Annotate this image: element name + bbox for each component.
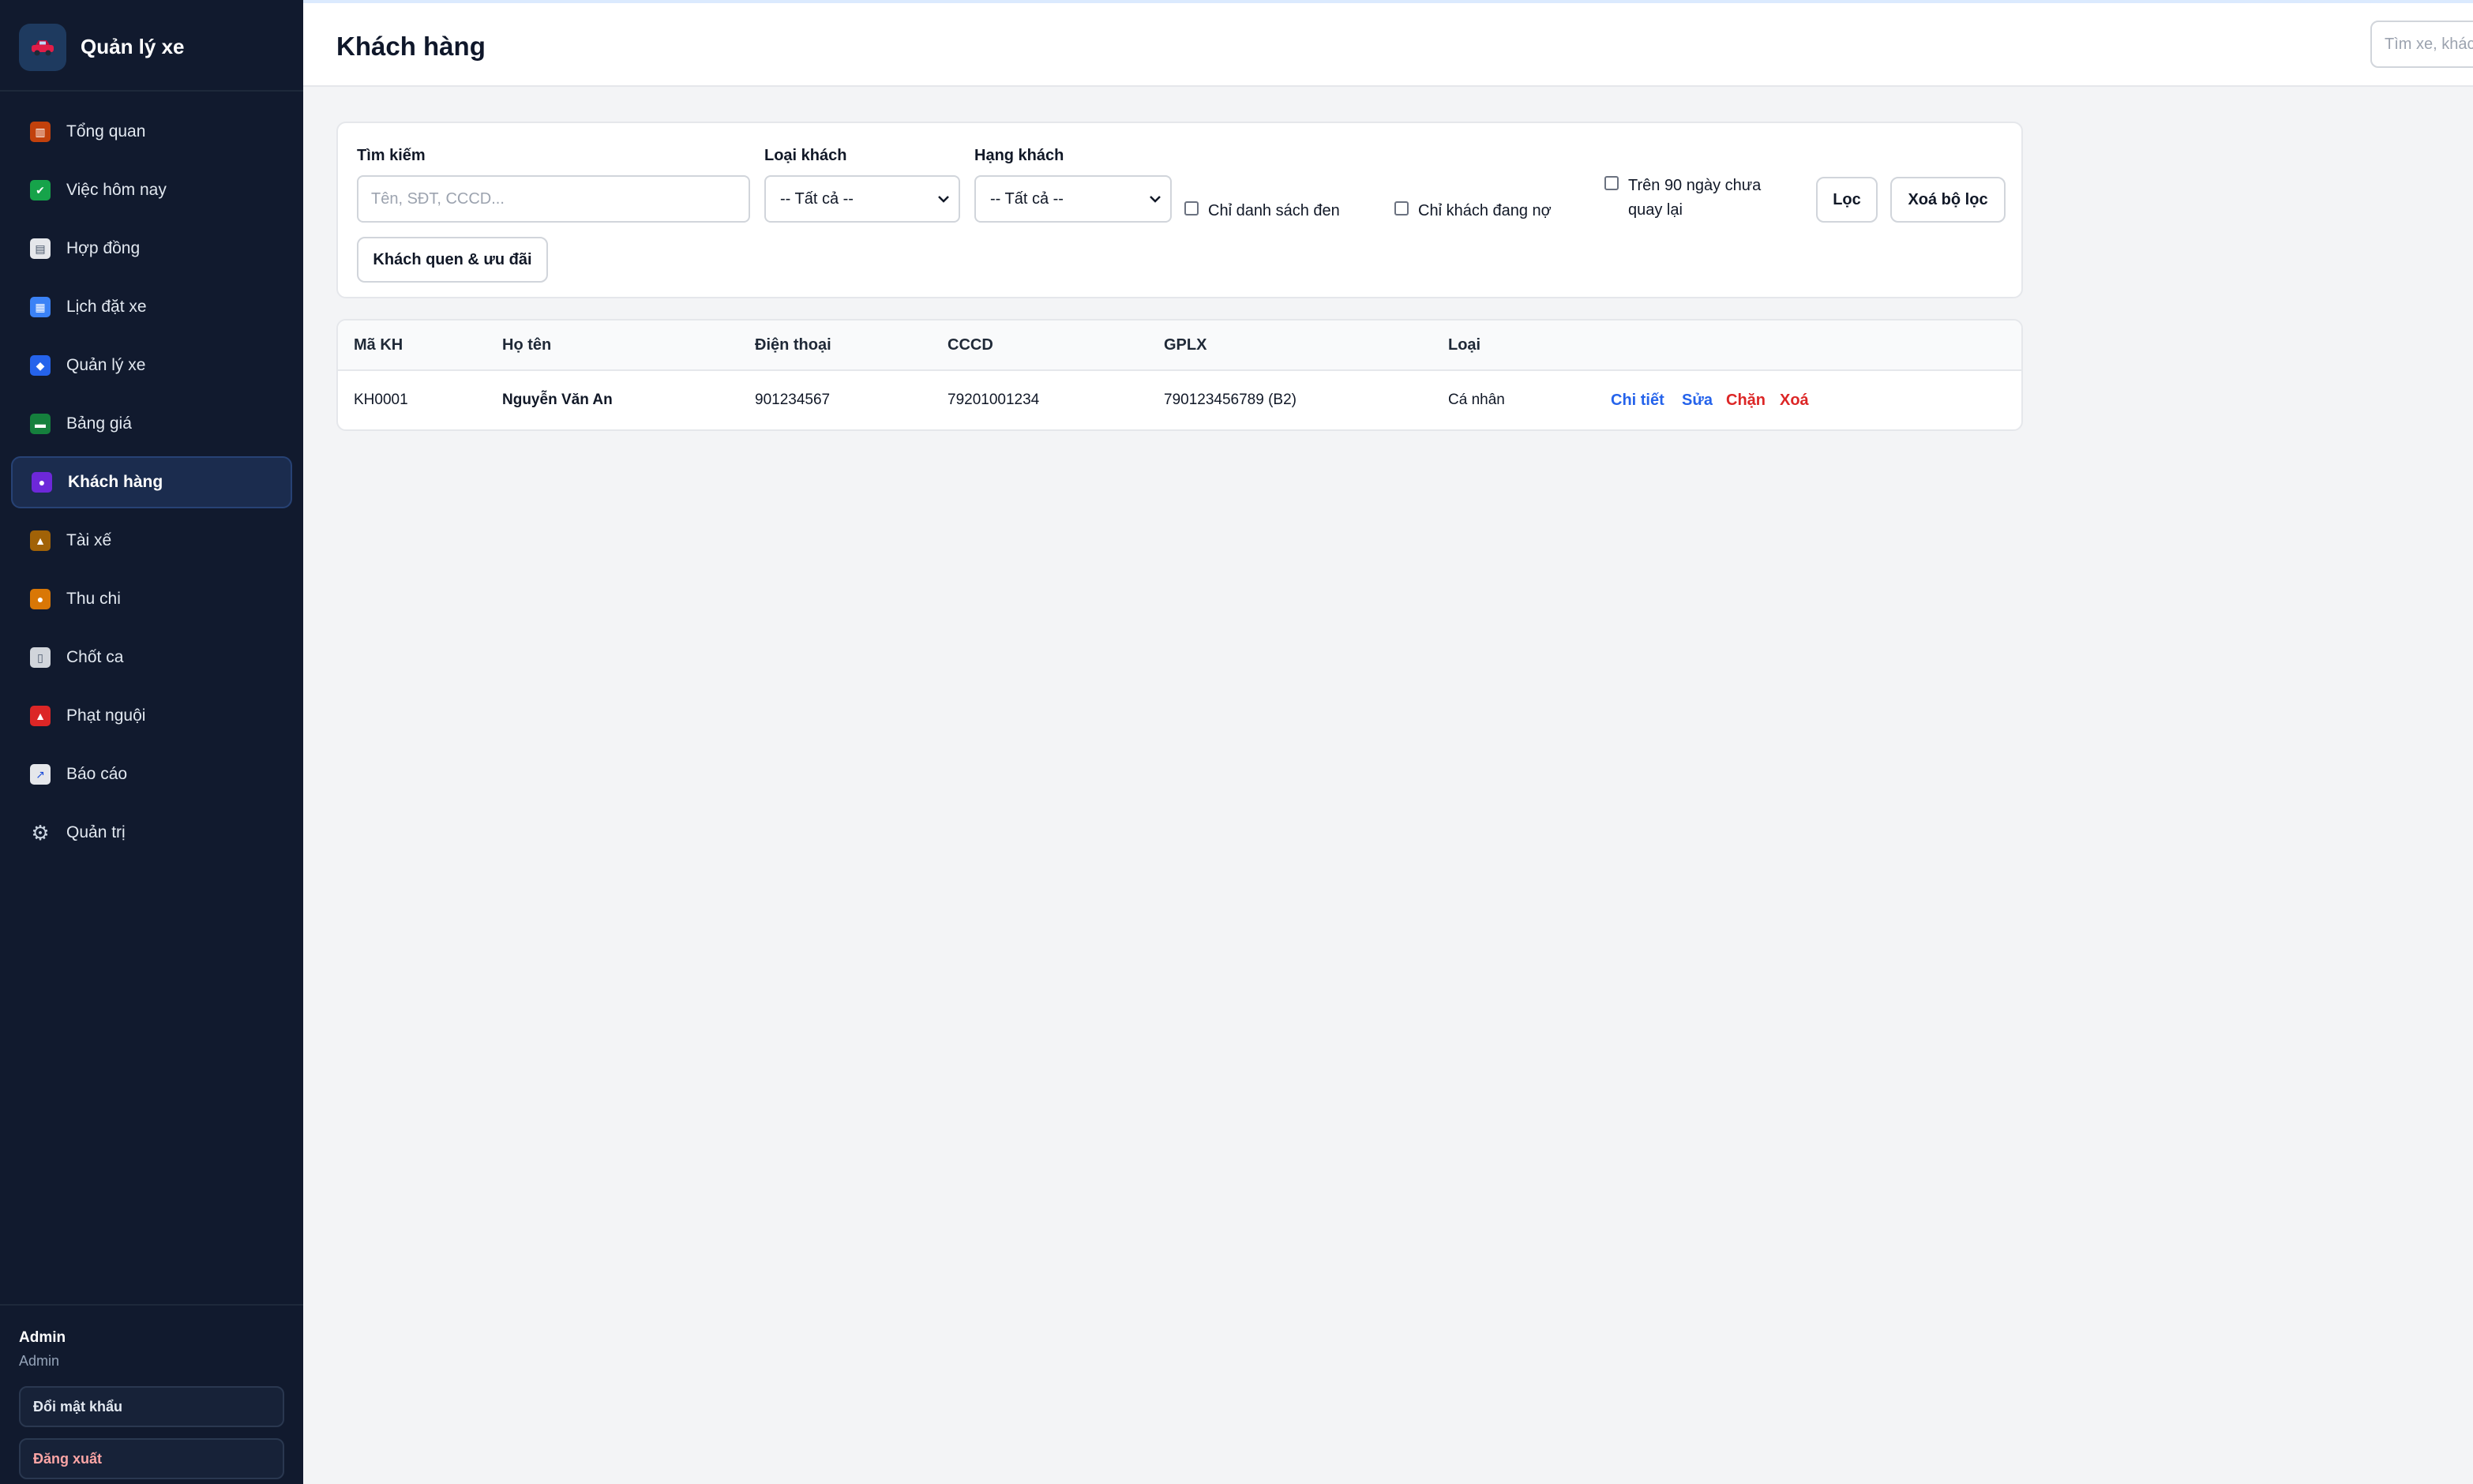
cell-gplx: 790123456789 (B2): [1164, 392, 1297, 408]
trend-icon: ↗: [30, 764, 51, 785]
page-title: Khách hàng: [336, 32, 486, 61]
driver-icon: ▲: [30, 530, 51, 551]
debt-only-checkbox[interactable]: Chỉ khách đang nợ: [1394, 199, 1552, 223]
sidebar-item-phat-nguoi[interactable]: ▲ Phạt nguội: [11, 690, 292, 742]
delete-link[interactable]: Xoá: [1780, 392, 1809, 410]
inactive-90-days-line1: Trên 90 ngày chưa: [1628, 177, 1762, 194]
sidebar-item-bang-gia[interactable]: ▬ Bảng giá: [11, 398, 292, 450]
inactive-90-days-label: Trên 90 ngày chưa quay lại: [1628, 174, 1761, 223]
blacklist-only-label: Chỉ danh sách đen: [1208, 202, 1340, 219]
sidebar-item-bao-cao[interactable]: ↗ Báo cáo: [11, 748, 292, 800]
checkbox-box[interactable]: [1184, 201, 1199, 215]
logout-button[interactable]: Đăng xuất: [19, 1438, 284, 1479]
sidebar-item-tong-quan[interactable]: ▥ Tổng quan: [11, 106, 292, 158]
filter-panel: Tìm kiếm Loại khách -- Tất cả -- Hạng kh…: [336, 122, 2023, 298]
car-icon: ◆: [30, 355, 51, 376]
customer-type-label: Loại khách: [764, 147, 847, 164]
chart-icon: ▥: [30, 122, 51, 142]
sidebar-item-label: Thu chi: [66, 590, 121, 608]
customer-rank-label: Hạng khách: [974, 147, 1064, 164]
filter-button[interactable]: Lọc: [1816, 177, 1878, 223]
column-header-phone: Điện thoại: [755, 336, 831, 354]
sidebar-item-khach-hang[interactable]: ● Khách hàng: [11, 456, 292, 508]
sidebar-item-label: Chốt ca: [66, 648, 124, 666]
table-header: Mã KH Họ tên Điện thoại CCCD GPLX Loại: [338, 320, 2021, 371]
user-role: Admin: [19, 1353, 60, 1369]
global-search-input[interactable]: [2370, 21, 2473, 68]
chevron-down-icon: [1150, 193, 1161, 207]
sidebar-item-chot-ca[interactable]: ▯ Chốt ca: [11, 631, 292, 684]
customer-type-select[interactable]: -- Tất cả --: [764, 175, 960, 223]
receipt-icon: ▯: [30, 647, 51, 668]
sidebar-item-label: Tổng quan: [66, 122, 146, 141]
car-icon: [32, 40, 54, 56]
sidebar-item-label: Bảng giá: [66, 414, 132, 433]
checkbox-box[interactable]: [1604, 176, 1619, 190]
column-header-cccd: CCCD: [948, 336, 993, 354]
clear-filter-button[interactable]: Xoá bộ lọc: [1890, 177, 2006, 223]
sidebar-item-hop-dong[interactable]: ▤ Hợp đồng: [11, 223, 292, 275]
table-row: KH0001 Nguyễn Văn An 901234567 792010012…: [338, 371, 2021, 429]
sidebar-item-label: Việc hôm nay: [66, 181, 167, 199]
change-password-button[interactable]: Đổi mật khẩu: [19, 1386, 284, 1427]
cell-phone: 901234567: [755, 392, 831, 408]
brand: Quản lý xe: [0, 0, 303, 92]
sidebar-item-label: Quản trị: [66, 823, 126, 841]
sidebar-item-quan-ly-xe[interactable]: ◆ Quản lý xe: [11, 339, 292, 392]
sidebar-item-label: Phạt nguội: [66, 706, 146, 725]
cell-cccd: 79201001234: [948, 392, 1040, 408]
cell-code: KH0001: [354, 392, 408, 408]
calendar-icon: ▦: [30, 297, 51, 317]
inactive-90-days-checkbox[interactable]: Trên 90 ngày chưa quay lại: [1604, 174, 1761, 223]
sidebar: Quản lý xe ▥ Tổng quan ✔ Việc hôm nay ▤ …: [0, 0, 303, 1484]
inactive-90-days-line2: quay lại: [1628, 201, 1683, 219]
car-logo-icon: [19, 24, 66, 71]
search-input[interactable]: [357, 175, 750, 223]
cell-type: Cá nhân: [1448, 392, 1505, 408]
detail-link[interactable]: Chi tiết: [1611, 392, 1664, 410]
sidebar-item-label: Quản lý xe: [66, 356, 146, 374]
sidebar-item-label: Khách hàng: [68, 473, 163, 491]
sidebar-item-tai-xe[interactable]: ▲ Tài xế: [11, 515, 292, 567]
customer-rank-select[interactable]: -- Tất cả --: [974, 175, 1172, 223]
edit-link[interactable]: Sửa: [1682, 392, 1713, 410]
cell-name: Nguyễn Văn An: [502, 392, 613, 408]
siren-icon: ▲: [30, 706, 51, 726]
customer-type-value: -- Tất cả --: [780, 189, 854, 208]
blacklist-only-checkbox[interactable]: Chỉ danh sách đen: [1184, 199, 1340, 223]
top-header: Khách hàng: [303, 0, 2473, 87]
column-header-name: Họ tên: [502, 336, 552, 354]
sidebar-item-label: Lịch đặt xe: [66, 298, 147, 316]
customer-table: Mã KH Họ tên Điện thoại CCCD GPLX Loại K…: [336, 319, 2023, 431]
user-name: Admin: [19, 1329, 66, 1346]
money-bag-icon: ●: [30, 589, 51, 609]
money-icon: ▬: [30, 414, 51, 434]
check-icon: ✔: [30, 180, 51, 200]
sidebar-item-viec-hom-nay[interactable]: ✔ Việc hôm nay: [11, 164, 292, 216]
sidebar-item-label: Hợp đồng: [66, 239, 141, 257]
sidebar-item-thu-chi[interactable]: ● Thu chi: [11, 573, 292, 625]
column-header-type: Loại: [1448, 336, 1481, 354]
debt-only-label: Chỉ khách đang nợ: [1418, 202, 1552, 219]
gear-icon: ⚙: [31, 820, 50, 845]
search-label: Tìm kiếm: [357, 147, 426, 164]
sidebar-item-quan-tri[interactable]: ⚙ Quản trị: [11, 807, 292, 859]
document-icon: ▤: [30, 238, 51, 259]
checkbox-box[interactable]: [1394, 201, 1409, 215]
chevron-down-icon: [938, 193, 949, 207]
block-link[interactable]: Chặn: [1726, 392, 1766, 410]
users-icon: ●: [32, 472, 52, 493]
loyal-customers-button[interactable]: Khách quen & ưu đãi: [357, 237, 548, 283]
app-name: Quản lý xe: [81, 35, 185, 58]
sidebar-nav: ▥ Tổng quan ✔ Việc hôm nay ▤ Hợp đồng ▦ …: [11, 106, 292, 865]
column-header-code: Mã KH: [354, 336, 403, 354]
sidebar-item-lich-dat-xe[interactable]: ▦ Lịch đặt xe: [11, 281, 292, 333]
column-header-gplx: GPLX: [1164, 336, 1207, 354]
user-panel: Admin Admin Đổi mật khẩu Đăng xuất: [0, 1304, 303, 1484]
sidebar-item-label: Báo cáo: [66, 765, 128, 783]
sidebar-item-label: Tài xế: [66, 531, 112, 549]
customer-rank-value: -- Tất cả --: [990, 189, 1064, 208]
